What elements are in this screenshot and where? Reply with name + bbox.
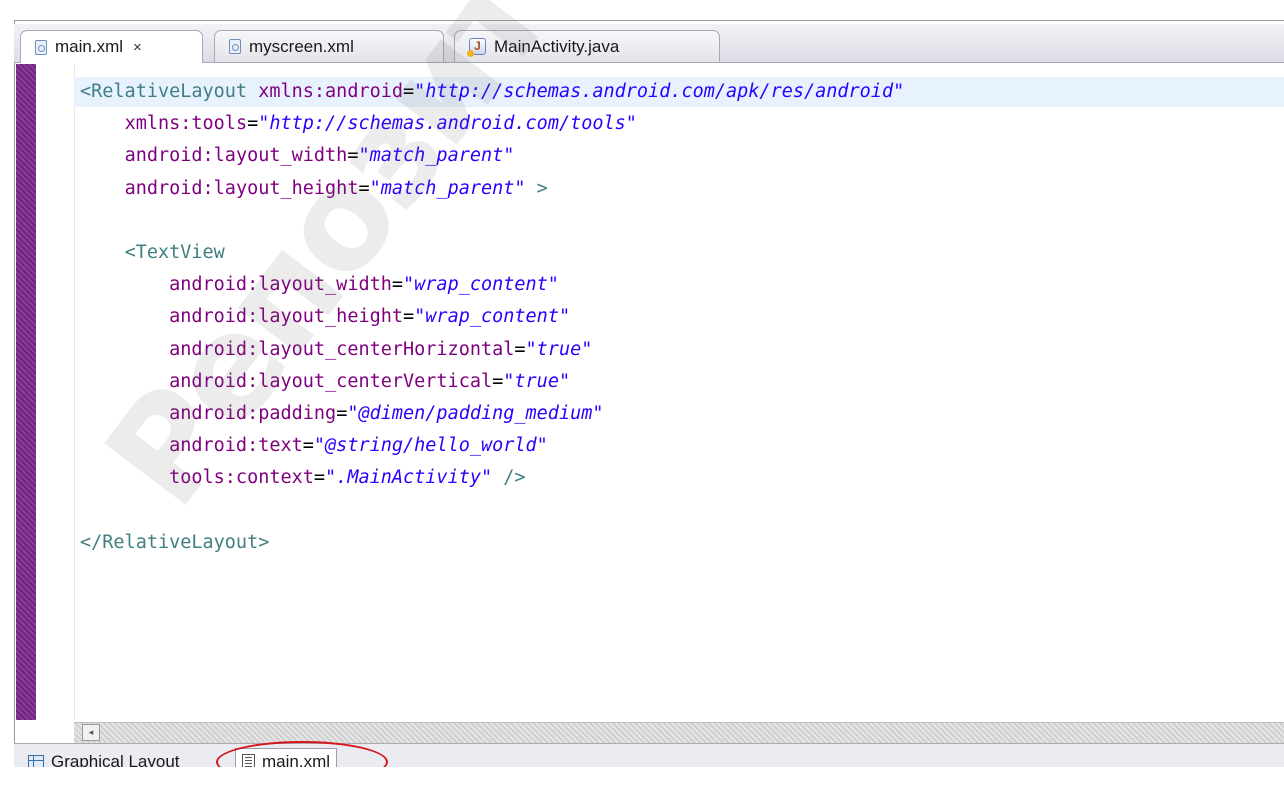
- tab-label: MainActivity.java: [494, 36, 620, 56]
- code-token-eq: =: [492, 370, 504, 392]
- tab-main-activity-java[interactable]: J MainActivity.java: [454, 30, 720, 62]
- code-token-attr: android:layout_centerVertical: [169, 370, 493, 392]
- code-token-eq: =: [302, 435, 314, 457]
- code-line: xmlns:tools="http://schemas.android.com/…: [80, 108, 904, 140]
- close-icon[interactable]: ×: [133, 39, 142, 56]
- code-line: android:padding="@dimen/padding_medium": [80, 398, 904, 430]
- code-token-attr: xmlns:android: [258, 81, 404, 102]
- xml-file-icon: [229, 39, 241, 54]
- code-token-val: "true": [525, 338, 593, 360]
- code-token-attr: android:text: [169, 435, 303, 457]
- code-token-val: ".MainActivity": [325, 467, 493, 489]
- code-token-val: "wrap_content": [403, 274, 559, 296]
- code-token-eq: =: [514, 338, 526, 360]
- code-token-val: "@string/hello_world": [313, 435, 548, 457]
- code-token-val: "wrap_content": [414, 306, 571, 328]
- code-line: android:text="@string/hello_world": [80, 430, 904, 462]
- code-editor[interactable]: <RelativeLayout xmlns:android="http://sc…: [80, 76, 904, 559]
- code-token-eq: =: [336, 402, 348, 424]
- tab-main-xml[interactable]: main.xml ×: [20, 30, 203, 63]
- code-token-val: "@dimen/padding_medium": [347, 402, 604, 424]
- code-token-tag: >: [525, 177, 548, 199]
- code-token-attr: android:layout_height: [124, 177, 359, 199]
- code-token-eq: =: [313, 467, 326, 489]
- code-token-attr: xmlns:tools: [124, 113, 248, 135]
- tab-myscreen-xml[interactable]: myscreen.xml: [214, 30, 444, 62]
- code-token-val: "match_parent": [369, 177, 526, 199]
- code-token-tag: <TextView: [124, 241, 225, 263]
- code-token-attr: tools:context: [169, 467, 314, 489]
- line-gutter: [36, 64, 75, 720]
- code-token-attr: android:layout_width: [124, 145, 348, 167]
- bottom-tab-bar: [14, 743, 1284, 768]
- code-line: <RelativeLayout xmlns:android="http://sc…: [80, 76, 904, 108]
- code-token-attr: android:layout_centerHorizontal: [169, 338, 515, 360]
- java-file-icon: J: [467, 38, 486, 57]
- editor-tab-bar: main.xml × myscreen.xml J MainActivity.j…: [14, 24, 1284, 63]
- code-token-val: "match_parent": [358, 145, 515, 167]
- code-token-val: "true": [503, 370, 571, 392]
- code-line: android:layout_height="match_parent" >: [80, 173, 904, 205]
- scroll-left-icon[interactable]: ◂: [82, 724, 100, 741]
- code-line: </RelativeLayout>: [80, 527, 904, 559]
- annotation-ruler: [16, 64, 36, 720]
- code-token-tag: <RelativeLayout: [80, 81, 259, 102]
- code-token-val: "http://schemas.android.com/tools": [258, 113, 637, 135]
- code-line: <TextView: [80, 237, 904, 269]
- code-token-attr: android:layout_width: [169, 274, 392, 296]
- code-token-eq: =: [391, 274, 404, 296]
- code-line: android:layout_width="wrap_content": [80, 269, 904, 301]
- code-token-eq: =: [247, 113, 259, 135]
- code-line: tools:context=".MainActivity" />: [80, 462, 904, 494]
- code-line: android:layout_centerHorizontal="true": [80, 334, 904, 366]
- code-token-attr: android:padding: [169, 402, 337, 424]
- tab-label: main.xml: [55, 37, 124, 56]
- tab-label: myscreen.xml: [249, 36, 354, 56]
- code-token-tag: </RelativeLayout>: [80, 531, 270, 553]
- code-token-eq: =: [347, 145, 359, 167]
- code-token-eq: =: [358, 177, 370, 199]
- code-token-val: "http://schemas.android.com/apk/res/andr…: [414, 81, 905, 102]
- code-line: android:layout_centerVertical="true": [80, 366, 904, 398]
- top-strip: [0, 0, 1284, 20]
- xml-file-icon: [35, 39, 47, 55]
- code-token-eq: =: [403, 306, 415, 328]
- code-token-attr: android:layout_height: [169, 306, 404, 328]
- code-line: android:layout_width="match_parent": [80, 140, 904, 172]
- code-line: android:layout_height="wrap_content": [80, 301, 904, 333]
- horizontal-scrollbar[interactable]: [74, 722, 1284, 743]
- code-token-eq: =: [403, 81, 415, 102]
- page-margin: [0, 767, 1284, 791]
- code-token-tag: />: [492, 467, 526, 489]
